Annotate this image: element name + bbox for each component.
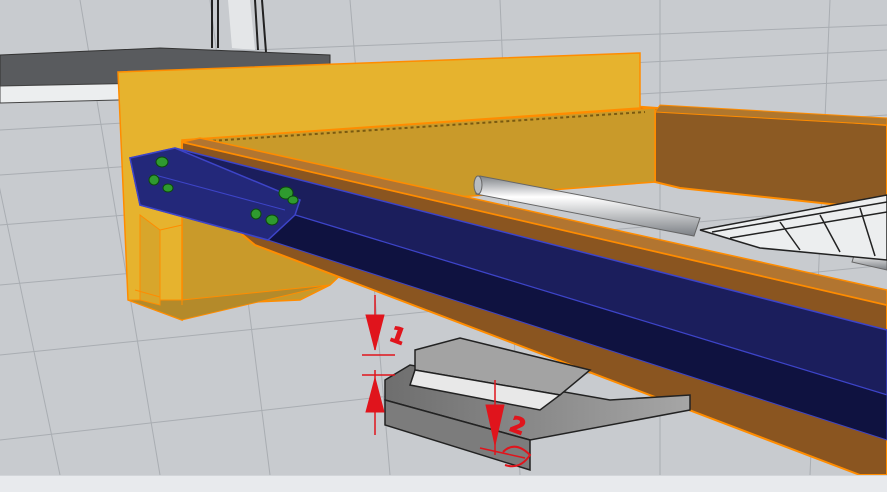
3d-viewport[interactable]: 1 2 — [0, 0, 887, 475]
status-bar — [0, 475, 887, 492]
